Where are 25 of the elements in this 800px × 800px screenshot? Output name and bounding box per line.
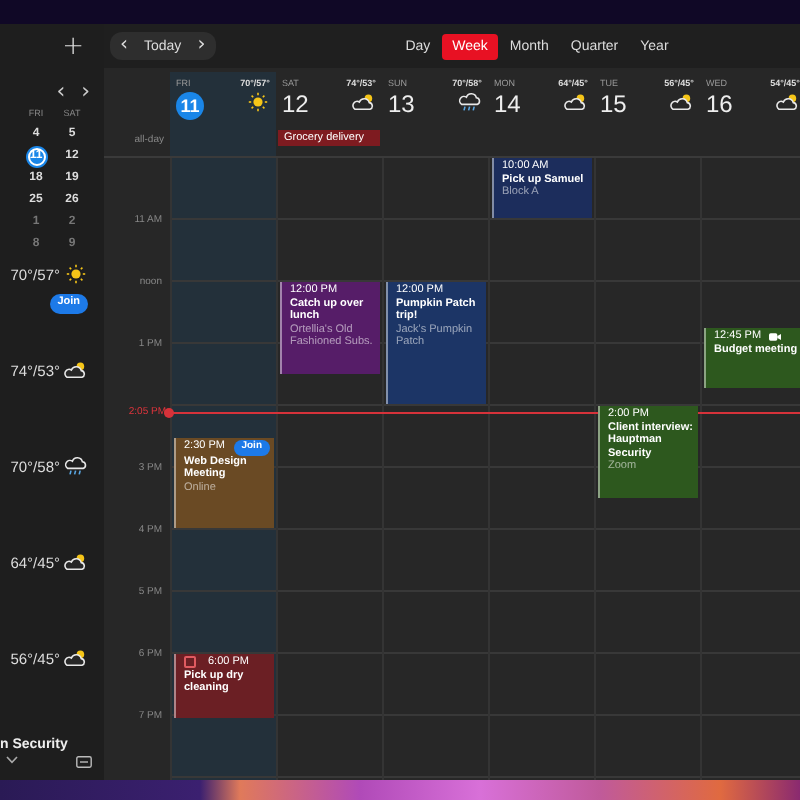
day-number[interactable]: 16	[706, 92, 733, 118]
sun-icon	[64, 264, 88, 284]
previous-month-button[interactable]: ‹	[54, 79, 68, 101]
panel-icon[interactable]	[76, 756, 92, 768]
cloud-sun-icon	[352, 92, 376, 112]
cloud-sun-icon	[670, 92, 694, 112]
cloud-sun-icon	[564, 92, 588, 112]
task-checkbox[interactable]	[184, 656, 196, 669]
day-number[interactable]: 15	[600, 92, 627, 118]
day-number[interactable]: 14	[494, 92, 521, 118]
next-month-button[interactable]: ›	[79, 79, 92, 101]
rain-cloud-icon	[64, 456, 88, 476]
cloud-sun-icon	[64, 360, 88, 380]
cloud-sun-icon	[64, 552, 88, 572]
previous-button[interactable]: ‹	[116, 36, 132, 56]
rain-cloud-icon	[458, 92, 482, 112]
day-number[interactable]: 13	[388, 92, 415, 118]
current-time-dot	[164, 407, 174, 418]
sun-icon	[246, 92, 270, 112]
day-number[interactable]: 11	[176, 92, 204, 120]
cloud-sun-icon	[64, 648, 88, 668]
day-number[interactable]: 12	[282, 92, 309, 118]
add-button[interactable]: +	[58, 33, 88, 59]
next-button[interactable]: ›	[193, 36, 210, 56]
chevron-down-icon[interactable]	[6, 756, 18, 764]
